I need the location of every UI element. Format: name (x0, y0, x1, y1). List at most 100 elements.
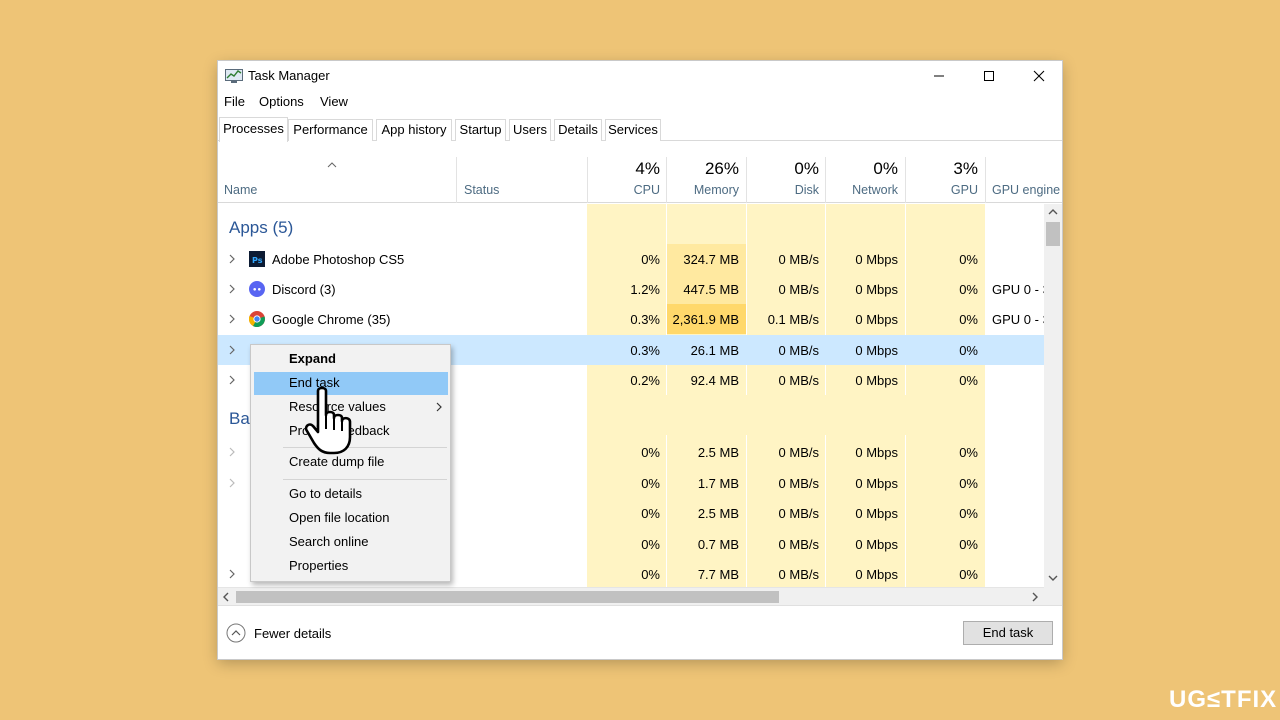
disk-value: 0 MB/s (778, 567, 819, 582)
column-disk[interactable]: Disk (747, 183, 819, 197)
tab-users[interactable]: Users (509, 119, 551, 141)
disk-value: 0 MB/s (778, 373, 819, 388)
menu-options[interactable]: Options (259, 94, 304, 109)
cpu-value: 0% (641, 537, 660, 552)
horizontal-scrollbar[interactable] (218, 587, 1044, 605)
fewer-details-link[interactable]: Fewer details (254, 626, 331, 641)
column-header: Name Status 4% CPU 26% Memory 0% Disk 0%… (218, 141, 1062, 203)
watermark-logo: UG≤TFIX (1169, 686, 1278, 713)
ctx-properties[interactable]: Properties (254, 555, 448, 578)
chevron-right-icon[interactable] (226, 567, 238, 581)
gpu-engine-value: GPU 0 - 3 (992, 282, 1044, 297)
gpu-value: 0% (959, 312, 978, 327)
scroll-left-icon[interactable] (222, 592, 230, 602)
disk-value: 0 MB/s (778, 445, 819, 460)
cpu-value: 0.3% (630, 312, 660, 327)
close-icon (1033, 70, 1045, 82)
scroll-right-icon[interactable] (1031, 592, 1039, 602)
tab-app-history[interactable]: App history (376, 119, 452, 141)
gpu-value: 0% (959, 252, 978, 267)
column-gpu[interactable]: GPU (906, 183, 978, 197)
disk-value: 0 MB/s (778, 476, 819, 491)
group-title-apps: Apps (5) (229, 218, 294, 237)
cpu-value: 0% (641, 252, 660, 267)
maximize-button[interactable] (964, 61, 1014, 91)
tab-processes[interactable]: Processes (219, 117, 288, 142)
tab-services[interactable]: Services (605, 119, 661, 141)
footer: Fewer details End task (218, 605, 1062, 659)
memory-value: 324.7 MB (683, 252, 739, 267)
scroll-down-icon[interactable] (1048, 574, 1058, 582)
network-value: 0 Mbps (855, 567, 898, 582)
process-name: Adobe Photoshop CS5 (272, 252, 405, 267)
menu-file[interactable]: File (224, 94, 245, 109)
tab-performance[interactable]: Performance (288, 119, 373, 141)
column-name[interactable]: Name (224, 183, 257, 197)
cpu-value: 0% (641, 506, 660, 521)
hand-pointer-cursor-icon (304, 386, 352, 455)
column-gpu-engine[interactable]: GPU engine (992, 183, 1060, 197)
window-title: Task Manager (248, 68, 330, 83)
memory-value: 92.4 MB (690, 373, 739, 388)
memory-total: 26% (704, 159, 739, 178)
chevron-right-icon[interactable] (226, 312, 238, 326)
chevron-right-icon[interactable] (226, 343, 238, 357)
title-bar[interactable]: Task Manager (218, 61, 1062, 91)
scroll-corner (1044, 587, 1062, 605)
disk-value: 0 MB/s (778, 506, 819, 521)
memory-value: 2.5 MB (697, 445, 739, 460)
network-value: 0 Mbps (855, 445, 898, 460)
disk-value: 0 MB/s (778, 282, 819, 297)
column-cpu[interactable]: CPU (588, 183, 660, 197)
column-status[interactable]: Status (464, 183, 499, 197)
memory-value: 26.1 MB (690, 343, 739, 358)
tab-startup[interactable]: Startup (455, 119, 506, 141)
disk-value: 0 MB/s (778, 537, 819, 552)
chevron-right-icon[interactable] (226, 252, 238, 266)
gpu-value: 0% (959, 373, 978, 388)
table-row[interactable]: Discord (3) 1.2% 447.5 MB 0 MB/s 0 Mbps … (218, 274, 1044, 304)
cpu-value: 0.3% (630, 343, 660, 358)
chevron-right-icon[interactable] (226, 282, 238, 296)
gpu-value: 0% (959, 343, 978, 358)
sort-ascending-icon[interactable] (327, 156, 337, 171)
submenu-arrow-icon (436, 402, 442, 412)
gpu-value: 0% (959, 537, 978, 552)
close-button[interactable] (1014, 61, 1064, 91)
table-row[interactable]: Ps Adobe Photoshop CS5 0% 324.7 MB 0 MB/… (218, 244, 1044, 274)
column-network[interactable]: Network (826, 183, 898, 197)
vertical-scrollbar[interactable] (1044, 204, 1062, 587)
chevron-right-icon[interactable] (226, 445, 238, 459)
tab-details[interactable]: Details (554, 119, 602, 141)
vertical-scroll-thumb[interactable] (1046, 222, 1060, 246)
collapse-up-icon[interactable] (226, 623, 246, 643)
maximize-icon (984, 71, 994, 81)
cpu-value: 1.2% (630, 282, 660, 297)
gpu-value: 0% (959, 445, 978, 460)
scroll-up-icon[interactable] (1048, 208, 1058, 216)
chevron-right-icon[interactable] (226, 373, 238, 387)
ctx-search-online[interactable]: Search online (254, 531, 448, 554)
menu-view[interactable]: View (320, 94, 348, 109)
photoshop-icon: Ps (249, 251, 265, 267)
cpu-value: 0% (641, 445, 660, 460)
svg-text:Ps: Ps (252, 256, 263, 265)
column-memory[interactable]: Memory (667, 183, 739, 197)
ctx-go-to-details[interactable]: Go to details (254, 483, 448, 506)
memory-value: 447.5 MB (683, 282, 739, 297)
chrome-icon (249, 311, 265, 327)
disk-value: 0.1 MB/s (767, 312, 819, 327)
memory-value: 7.7 MB (697, 567, 739, 582)
group-apps[interactable]: Apps (5) (218, 204, 1044, 244)
table-row[interactable]: Google Chrome (35) 0.3% 2,361.9 MB 0.1 M… (218, 304, 1044, 334)
network-value: 0 Mbps (855, 373, 898, 388)
ctx-expand[interactable]: Expand (254, 348, 448, 371)
chevron-right-icon[interactable] (226, 476, 238, 490)
memory-value: 1.7 MB (697, 476, 739, 491)
tab-strip: Processes Performance App history Startu… (218, 117, 1062, 142)
ctx-open-file-location[interactable]: Open file location (254, 507, 448, 530)
minimize-button[interactable] (914, 61, 964, 91)
gpu-value: 0% (959, 476, 978, 491)
horizontal-scroll-thumb[interactable] (236, 591, 779, 603)
end-task-button[interactable]: End task (963, 621, 1053, 645)
